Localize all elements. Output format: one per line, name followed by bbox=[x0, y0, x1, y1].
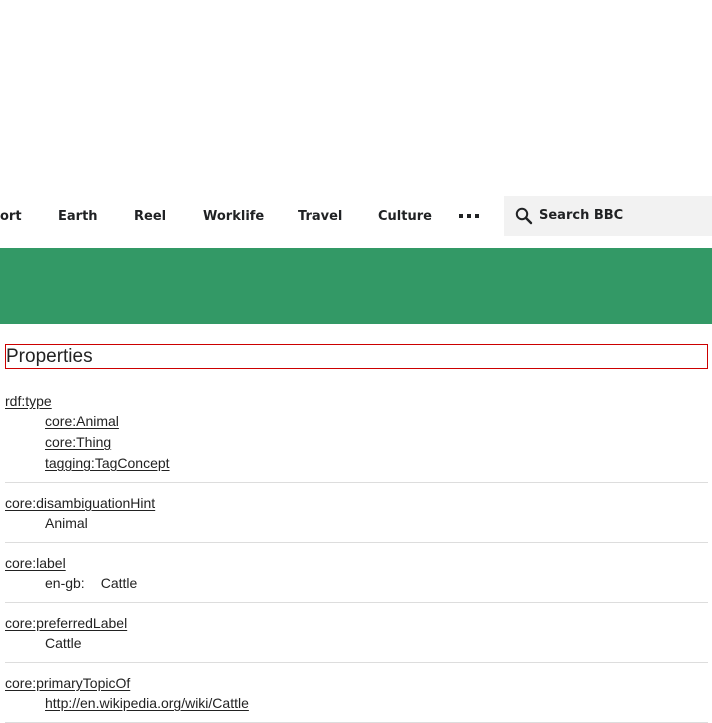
property-label: core:label en-gb: Cattle bbox=[5, 543, 708, 603]
properties-list: rdf:type core:Animal core:Thing tagging:… bbox=[5, 388, 708, 723]
property-key[interactable]: rdf:type bbox=[5, 391, 52, 411]
property-value: Cattle bbox=[100, 575, 138, 591]
property-key[interactable]: core:preferredLabel bbox=[5, 613, 127, 633]
nav-item-culture[interactable]: Culture bbox=[378, 209, 432, 224]
property-primary-topic-of: core:primaryTopicOf http://en.wikipedia.… bbox=[5, 663, 708, 723]
search-icon bbox=[515, 207, 533, 225]
top-whitespace bbox=[0, 0, 712, 196]
search-placeholder: Search BBC bbox=[539, 208, 624, 223]
property-key[interactable]: core:primaryTopicOf bbox=[5, 673, 130, 693]
property-key[interactable]: core:label bbox=[5, 553, 66, 573]
property-preferred-label: core:preferredLabel Cattle bbox=[5, 603, 708, 663]
header-band bbox=[0, 248, 712, 324]
wikipedia-link[interactable]: http://en.wikipedia.org/wiki/Cattle bbox=[45, 695, 249, 711]
nav-item-sport[interactable]: ort bbox=[0, 209, 22, 224]
more-ellipsis-icon[interactable] bbox=[459, 214, 481, 218]
property-value: Cattle bbox=[45, 635, 82, 651]
language-tag: en-gb: bbox=[45, 575, 85, 591]
property-value-link[interactable]: core:Thing bbox=[45, 434, 111, 450]
nav-item-travel[interactable]: Travel bbox=[298, 209, 342, 224]
property-value-link[interactable]: tagging:TagConcept bbox=[45, 455, 170, 471]
search-input[interactable]: Search BBC bbox=[504, 196, 712, 236]
nav-item-worklife[interactable]: Worklife bbox=[203, 209, 264, 224]
property-key[interactable]: core:disambiguationHint bbox=[5, 493, 155, 513]
properties-heading: Properties bbox=[5, 344, 708, 369]
property-value: Animal bbox=[45, 515, 88, 531]
nav-item-earth[interactable]: Earth bbox=[58, 209, 98, 224]
property-rdf-type: rdf:type core:Animal core:Thing tagging:… bbox=[5, 388, 708, 483]
property-value-link[interactable]: core:Animal bbox=[45, 413, 119, 429]
bbc-navbar: ort Earth Reel Worklife Travel Culture S… bbox=[0, 196, 712, 236]
nav-item-reel[interactable]: Reel bbox=[134, 209, 166, 224]
property-disambiguation-hint: core:disambiguationHint Animal bbox=[5, 483, 708, 543]
